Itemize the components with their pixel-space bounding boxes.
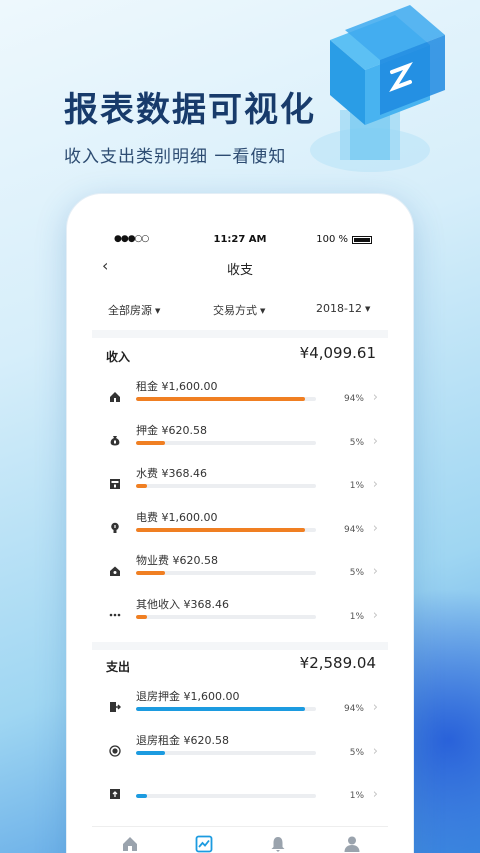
home-icon: [123, 837, 137, 851]
navigation-bar: ‹ 收支: [92, 256, 388, 280]
progress-fill: [136, 794, 147, 798]
item-label: 退房租金 ¥620.58: [136, 733, 229, 747]
lightbulb-icon: [108, 521, 122, 535]
progress-track: [136, 397, 316, 401]
page-title: 收支: [226, 263, 253, 278]
list-item[interactable]: 租金 ¥1,600.00 94% ›: [92, 378, 388, 418]
more-icon: [108, 608, 122, 622]
chevron-right-icon: ›: [372, 700, 378, 715]
tab-reports[interactable]: [193, 833, 215, 853]
promo-headline: 报表数据可视化: [64, 90, 316, 130]
battery-icon: [352, 235, 372, 244]
chart-icon: [195, 835, 213, 853]
list-item[interactable]: 退房租金 ¥620.58 5% ›: [92, 732, 388, 772]
progress-fill: [136, 571, 165, 575]
filter-month[interactable]: 2018-12 ▼: [316, 302, 370, 315]
exit-door-icon: [108, 700, 122, 714]
item-percentage: 1%: [349, 481, 364, 491]
progress-fill: [136, 614, 147, 619]
promo-subline: 收入支出类别明细 一看便知: [64, 147, 287, 167]
progress-track: [136, 571, 316, 575]
water-meter-icon: [108, 477, 122, 491]
item-label: 其他收入 ¥368.46: [136, 597, 229, 611]
list-item[interactable]: 电费 ¥1,600.00 94% ›: [92, 509, 388, 549]
item-label: 退房押金 ¥1,600.00: [136, 690, 240, 703]
chevron-right-icon: ›: [372, 390, 378, 405]
progress-track: [136, 614, 316, 619]
item-percentage: 5%: [349, 568, 364, 578]
app-screen: ●●●○○ 11:27 AM 100 % ‹ 收支 全部房源 ▼ 交易方式 ▼ 20…: [92, 222, 388, 853]
section-divider: [92, 642, 388, 650]
list-item[interactable]: 水费 ¥368.46 1% ›: [92, 465, 388, 505]
caret-down-icon: ▼: [155, 307, 161, 315]
battery-text: 100 %: [316, 234, 348, 245]
progress-track: [136, 794, 316, 798]
income-label: 收入: [106, 350, 131, 364]
progress-track: [136, 484, 316, 488]
item-percentage: 94%: [343, 524, 364, 535]
chevron-right-icon: ›: [372, 433, 378, 449]
money-bag-icon: [108, 434, 122, 448]
chevron-right-icon: ›: [372, 477, 378, 492]
income-total: ¥4,099.61: [299, 344, 376, 362]
progress-track: [136, 440, 316, 445]
item-percentage: 94%: [343, 394, 364, 404]
chevron-right-icon: ›: [372, 787, 378, 802]
item-label: 租金 ¥1,600.00: [136, 380, 218, 393]
tab-home[interactable]: [119, 833, 141, 853]
bell-icon: [271, 837, 285, 852]
chevron-right-icon: ›: [372, 564, 378, 579]
progress-fill: [136, 440, 165, 445]
item-label: 物业费 ¥620.58: [136, 554, 218, 567]
status-bar: ●●●○○ 11:27 AM 100 %: [92, 234, 388, 248]
caret-down-icon: ▼: [260, 307, 266, 315]
house-icon: [108, 390, 122, 404]
expense-header: 支出 ¥2,589.04: [92, 654, 388, 676]
battery-status: 100 %: [316, 234, 372, 245]
chevron-right-icon: ›: [372, 743, 378, 759]
expense-total: ¥2,589.04: [299, 654, 376, 672]
list-item[interactable]: 押金 ¥620.58 5% ›: [92, 422, 388, 462]
list-item[interactable]: 1% ›: [92, 775, 388, 815]
progress-fill: [136, 484, 147, 488]
progress-track: [136, 750, 316, 755]
income-header: 收入 ¥4,099.61: [92, 344, 388, 366]
section-divider: [92, 330, 388, 338]
item-label: 电费 ¥1,600.00: [136, 510, 218, 524]
tab-notifications[interactable]: [267, 833, 289, 853]
progress-fill: [136, 527, 306, 532]
upload-box-icon: [108, 787, 122, 801]
progress-fill: [136, 397, 306, 401]
item-percentage: 5%: [349, 437, 364, 448]
list-item[interactable]: 退房押金 ¥1,600.00 94% ›: [92, 688, 388, 728]
progress-fill: [136, 707, 306, 711]
item-percentage: 1%: [349, 791, 364, 801]
item-percentage: 5%: [349, 747, 364, 758]
item-label: 水费 ¥368.46: [136, 467, 207, 480]
filter-method-label: 交易方式: [213, 304, 257, 317]
filter-method[interactable]: 交易方式 ▼: [213, 302, 265, 318]
filter-bar: 全部房源 ▼ 交易方式 ▼ 2018-12 ▼: [92, 302, 388, 320]
item-percentage: 1%: [349, 611, 364, 622]
list-item[interactable]: 其他收入 ¥368.46 1% ›: [92, 596, 388, 636]
property-icon: [108, 564, 122, 578]
tab-profile[interactable]: [341, 833, 363, 853]
isometric-logo-illustration: [310, 5, 445, 172]
list-item[interactable]: 物业费 ¥620.58 5% ›: [92, 552, 388, 592]
expense-label: 支出: [106, 660, 131, 674]
item-label: 押金 ¥620.58: [136, 423, 207, 437]
progress-track: [136, 527, 316, 532]
filter-property-label: 全部房源: [108, 304, 152, 317]
chevron-right-icon: ›: [372, 607, 378, 623]
coin-refund-icon: [108, 744, 122, 758]
progress-track: [136, 707, 316, 711]
chevron-right-icon: ›: [372, 520, 378, 536]
progress-fill: [136, 750, 165, 755]
caret-down-icon: ▼: [364, 305, 371, 313]
item-percentage: 94%: [343, 704, 364, 714]
filter-property[interactable]: 全部房源 ▼: [108, 302, 160, 318]
tab-bar: [92, 826, 388, 853]
filter-month-label: 2018-12: [316, 302, 362, 315]
user-icon: [344, 836, 360, 852]
